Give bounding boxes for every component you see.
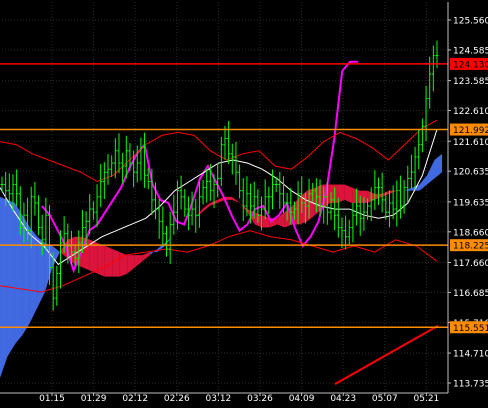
level-label: 121.992 [453,126,488,136]
cloud-segment [0,196,8,378]
y-tick-label: 122.610 [453,107,488,117]
cloud-segment [14,202,23,345]
y-tick-label: 113.735 [453,380,488,390]
plot-background [0,0,488,404]
level-label: 124.130 [453,60,488,70]
y-tick-label: 120.635 [453,168,488,178]
chart-canvas: 125.560 124.585 123.585 122.610 121.610 120.6… [0,0,488,404]
y-tick-label: 121.610 [453,138,488,148]
y-tick-label: 123.585 [453,77,488,87]
cloud-segment [97,242,105,277]
x-tick-label: 01.15 [39,394,65,404]
level-label: 115.551 [453,324,488,334]
y-tick-label: 119.635 [453,198,488,208]
y-tick-label: 117.660 [453,259,488,269]
price-chart: 125.560 124.585 123.585 122.610 121.610 120.6… [0,0,488,404]
x-tick-label: 02.26 [164,394,190,404]
y-tick-label: 114.710 [453,350,488,360]
x-tick-label: 01.29 [81,394,107,404]
y-tick-label: 125.560 [453,17,488,27]
y-tick-label: 118.660 [453,228,488,238]
x-tick-label: 03.26 [247,394,273,404]
cloud-segment [7,199,15,357]
y-tick-label: 116.685 [453,289,488,299]
x-tick-label: 03.12 [206,394,232,404]
y-tick-label: 124.585 [453,46,488,56]
cloud-segment [104,245,113,277]
x-tick-label: 05.07 [372,394,398,404]
x-tick-label: 04.23 [330,394,356,404]
cloud-segment [344,184,353,203]
cloud-segment [112,249,120,277]
x-tick-label: 05.21 [414,394,440,404]
level-label: 118.225 [453,242,488,252]
x-tick-label: 04.09 [289,394,315,404]
x-tick-label: 02.12 [122,394,148,404]
